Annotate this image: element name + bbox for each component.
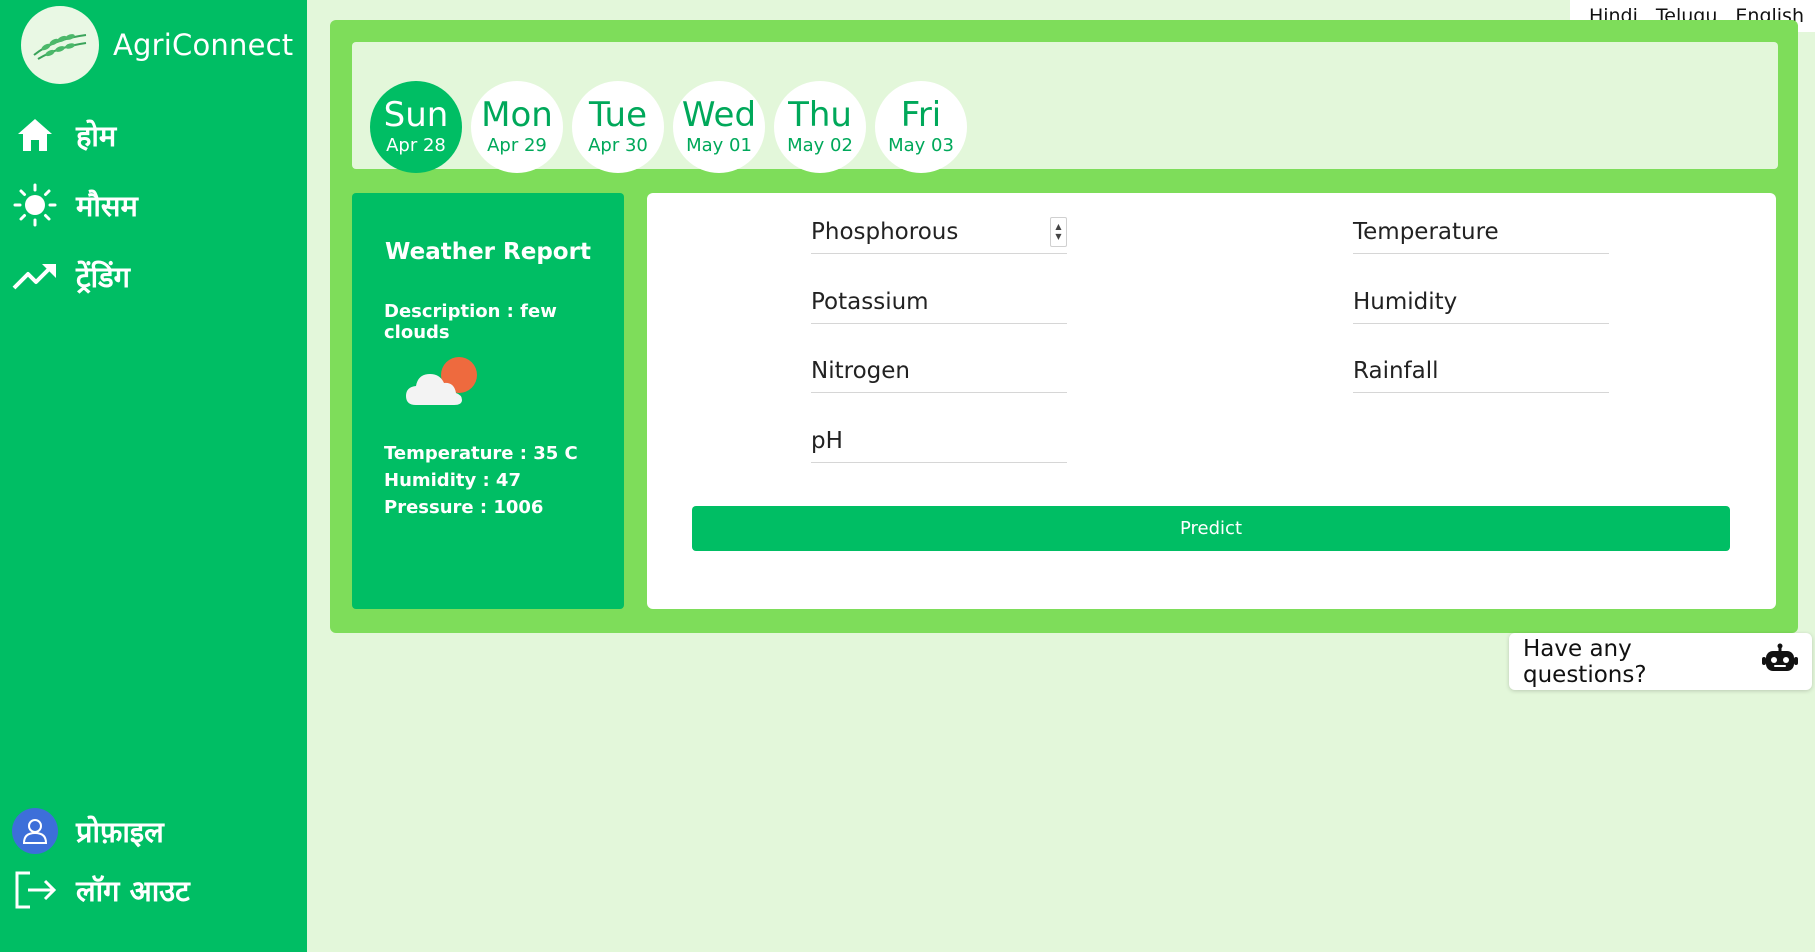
number-spinner-icon[interactable]: ▲ ▼ <box>1050 216 1067 247</box>
trending-up-icon <box>12 253 58 299</box>
weather-description: Description : few clouds <box>384 301 557 343</box>
day-name: Sun <box>383 95 449 135</box>
nav-label-trending: ट्रेंडिंग <box>76 259 130 294</box>
robot-icon <box>1762 643 1798 681</box>
day-tue[interactable]: Tue Apr 30 <box>572 81 664 173</box>
logout-icon <box>12 867 58 913</box>
day-name: Wed <box>681 95 757 135</box>
nav-item-home[interactable]: होम <box>12 112 116 158</box>
day-selector: Sun Apr 28 Mon Apr 29 Tue Apr 30 Wed May… <box>352 42 1778 173</box>
day-name: Mon <box>481 95 553 135</box>
sun-icon <box>12 182 58 228</box>
nav-label-weather: मौसम <box>76 188 138 223</box>
day-mon[interactable]: Mon Apr 29 <box>471 81 563 173</box>
crop-prediction-form: Phosphorous ▲ ▼ Temperature Potassium Hum… <box>647 193 1776 609</box>
nav-label-profile: प्रोफ़ाइल <box>76 814 164 849</box>
day-date: Apr 30 <box>588 135 648 156</box>
day-name: Tue <box>588 95 648 135</box>
brand-name: AgriConnect <box>113 28 294 62</box>
day-fri[interactable]: Fri May 03 <box>875 81 967 173</box>
cloud-sun-icon <box>402 353 482 417</box>
main-panel: Sun Apr 28 Mon Apr 29 Tue Apr 30 Wed May… <box>330 20 1798 633</box>
nitrogen-input[interactable]: Nitrogen <box>811 358 1067 384</box>
chat-label: Have any questions? <box>1523 635 1647 688</box>
rainfall-field[interactable]: Rainfall <box>1353 349 1609 393</box>
day-date: May 03 <box>888 135 954 156</box>
day-date: May 01 <box>686 135 752 156</box>
temperature-input[interactable]: Temperature <box>1353 219 1609 245</box>
wheat-logo-icon <box>21 6 99 84</box>
day-name: Thu <box>788 95 852 135</box>
day-date: Apr 29 <box>487 135 547 156</box>
day-wed[interactable]: Wed May 01 <box>673 81 765 173</box>
phosphorous-input[interactable]: Phosphorous <box>811 219 1050 245</box>
ph-input[interactable]: pH <box>811 428 1067 454</box>
day-thu[interactable]: Thu May 02 <box>774 81 866 173</box>
weather-pressure: Pressure : 1006 <box>384 497 544 518</box>
weather-report-card: Weather Report Description : few clouds … <box>352 193 624 609</box>
ph-field[interactable]: pH <box>811 419 1067 463</box>
predict-button[interactable]: Predict <box>692 506 1730 551</box>
nav-item-weather[interactable]: मौसम <box>12 182 138 228</box>
nav-item-logout[interactable]: लॉग आउट <box>12 867 190 913</box>
weather-temperature: Temperature : 35 C <box>384 443 578 464</box>
user-avatar-icon <box>12 808 58 854</box>
weather-humidity: Humidity : 47 <box>384 470 521 491</box>
brand[interactable]: AgriConnect <box>21 6 293 84</box>
weather-report-title: Weather Report <box>385 239 591 265</box>
potassium-input[interactable]: Potassium <box>811 289 1067 315</box>
day-sun[interactable]: Sun Apr 28 <box>370 81 462 173</box>
humidity-field[interactable]: Humidity <box>1353 280 1609 324</box>
humidity-input[interactable]: Humidity <box>1353 289 1609 315</box>
temperature-field[interactable]: Temperature <box>1353 210 1609 254</box>
rainfall-input[interactable]: Rainfall <box>1353 358 1609 384</box>
home-icon <box>12 112 58 158</box>
potassium-field[interactable]: Potassium <box>811 280 1067 324</box>
nav-item-profile[interactable]: प्रोफ़ाइल <box>12 808 164 854</box>
sidebar: AgriConnect होम मौसम ट्रेंडिंग प्रोफ़ाइल… <box>0 0 307 952</box>
nitrogen-field[interactable]: Nitrogen <box>811 349 1067 393</box>
chat-widget[interactable]: Have any questions? <box>1509 633 1812 690</box>
nav-item-trending[interactable]: ट्रेंडिंग <box>12 253 130 299</box>
weather-stats: Temperature : 35 C Humidity : 47 Pressur… <box>384 440 578 521</box>
day-date: May 02 <box>787 135 853 156</box>
day-date: Apr 28 <box>386 135 446 156</box>
nav-label-logout: लॉग आउट <box>76 873 190 908</box>
day-name: Fri <box>900 95 942 135</box>
phosphorous-field[interactable]: Phosphorous ▲ ▼ <box>811 210 1067 254</box>
nav-label-home: होम <box>76 118 117 153</box>
